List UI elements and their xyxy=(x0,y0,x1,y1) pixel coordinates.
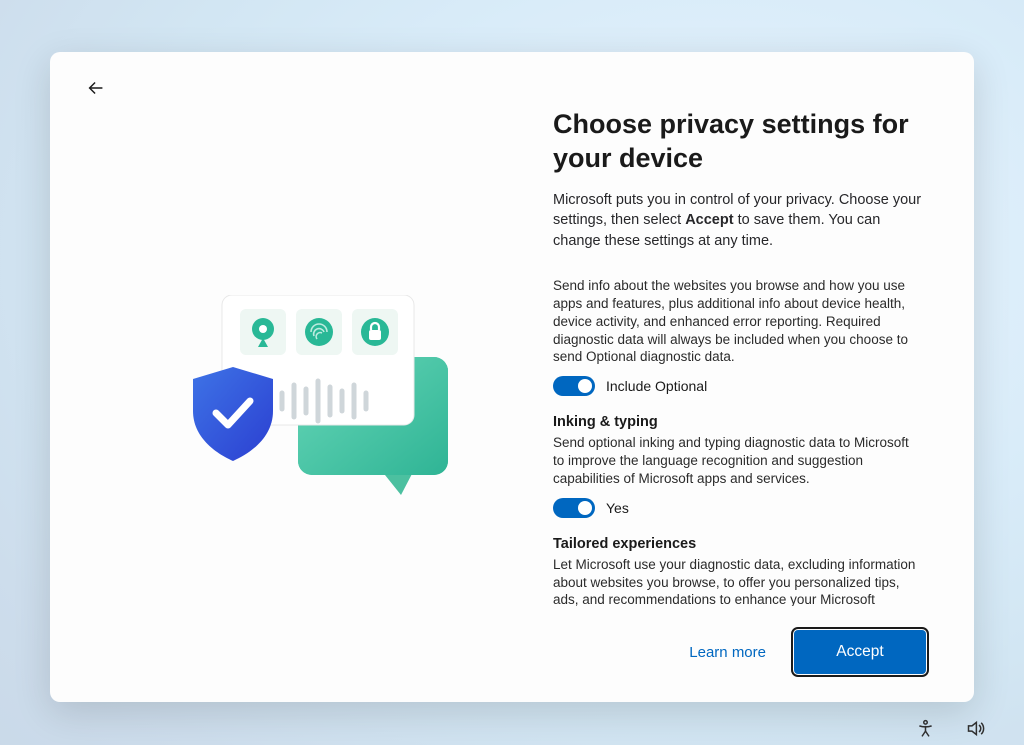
page-title: Choose privacy settings for your device xyxy=(553,108,926,176)
fingerprint-icon xyxy=(296,309,342,355)
setting-desc: Send optional inking and typing diagnost… xyxy=(553,434,922,487)
intro-text: Microsoft puts you in control of your pr… xyxy=(553,190,926,252)
toggle-inking-typing[interactable] xyxy=(553,498,595,518)
accept-button[interactable]: Accept xyxy=(794,630,926,674)
illustration-column xyxy=(98,70,553,674)
volume-tray-icon[interactable] xyxy=(962,715,988,741)
lock-icon xyxy=(352,309,398,355)
setting-heading: Tailored experiences xyxy=(553,536,922,552)
accessibility-icon xyxy=(915,718,936,739)
volume-icon xyxy=(965,718,986,739)
dialog-footer: Learn more Accept xyxy=(553,606,926,674)
setting-desc: Let Microsoft use your diagnostic data, … xyxy=(553,556,922,606)
learn-more-link[interactable]: Learn more xyxy=(689,644,766,661)
setting-tailored-experiences: Tailored experiences Let Microsoft use y… xyxy=(553,536,922,606)
toggle-label: Include Optional xyxy=(606,378,707,394)
setting-heading: Inking & typing xyxy=(553,414,922,430)
accessibility-tray-icon[interactable] xyxy=(912,715,938,741)
privacy-illustration xyxy=(186,295,466,510)
setting-inking-typing: Inking & typing Send optional inking and… xyxy=(553,414,922,517)
settings-list[interactable]: Send info about the websites you browse … xyxy=(553,277,926,606)
pin-icon xyxy=(240,309,286,355)
toggle-diagnostic-data[interactable] xyxy=(553,376,595,396)
setting-desc: Send info about the websites you browse … xyxy=(553,277,922,366)
toggle-label: Yes xyxy=(606,500,629,516)
privacy-settings-dialog: Choose privacy settings for your device … xyxy=(50,52,974,702)
shield-check-icon xyxy=(193,367,273,461)
intro-bold: Accept xyxy=(685,212,733,228)
content-column: Choose privacy settings for your device … xyxy=(553,70,926,674)
setting-diagnostic-data: Send info about the websites you browse … xyxy=(553,277,922,396)
